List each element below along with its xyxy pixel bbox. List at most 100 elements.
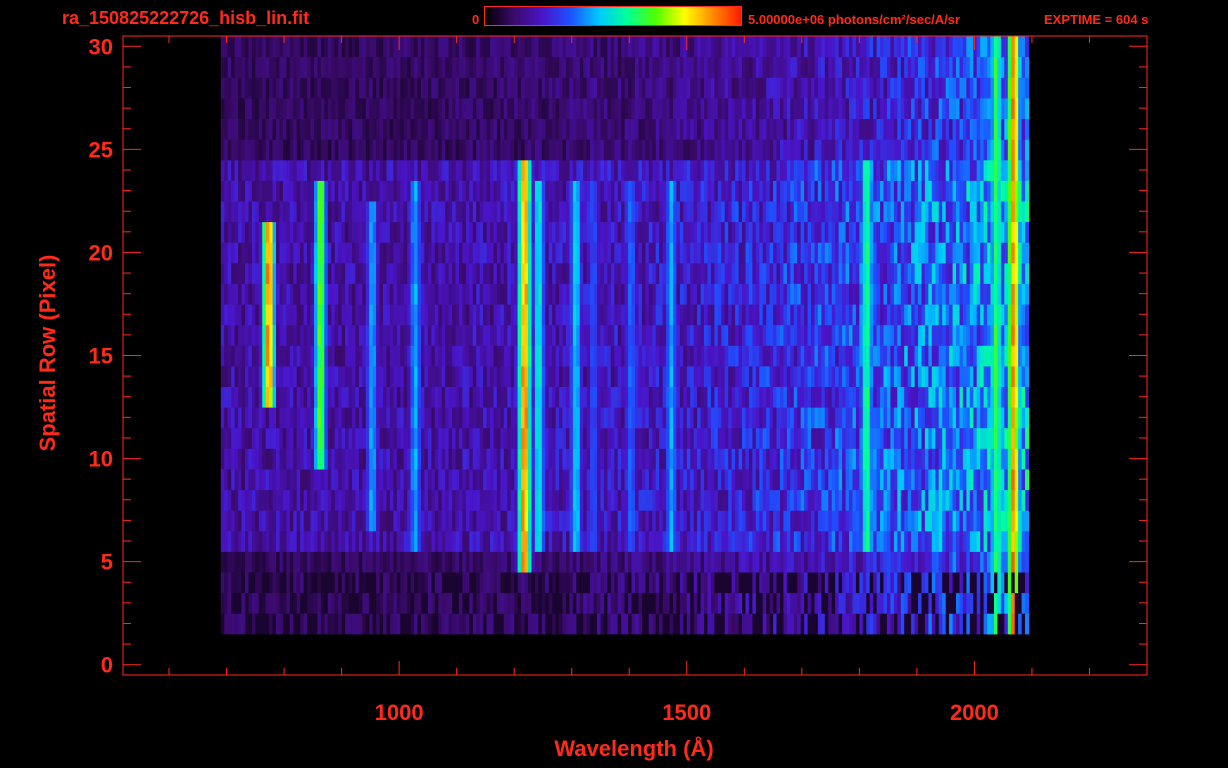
heatmap-cell	[376, 221, 381, 243]
heatmap-cell	[597, 551, 602, 573]
heatmap-cell	[289, 304, 294, 326]
heatmap-cell	[1011, 489, 1016, 511]
heatmap-cell	[997, 262, 1002, 284]
heatmap-cell	[424, 571, 429, 594]
heatmap-cell	[569, 242, 574, 264]
heatmap-cell	[942, 489, 947, 511]
heatmap-cell	[862, 448, 867, 470]
heatmap-cell	[296, 345, 301, 367]
heatmap-cell	[403, 324, 408, 346]
heatmap-cell	[1004, 221, 1009, 243]
heatmap-cell	[748, 304, 753, 326]
heatmap-cell	[735, 304, 740, 326]
heatmap-cell	[362, 448, 367, 470]
heatmap-cell	[883, 571, 888, 594]
heatmap-cell	[241, 530, 246, 552]
heatmap-cell	[317, 407, 322, 429]
heatmap-cell	[396, 510, 401, 532]
heatmap-cell	[831, 304, 836, 326]
heatmap-cell	[990, 427, 995, 449]
heatmap-cell	[710, 345, 715, 367]
heatmap-cell	[724, 427, 729, 449]
heatmap-cell	[949, 386, 954, 408]
heatmap-cell	[496, 242, 501, 264]
heatmap-cell	[510, 386, 515, 408]
heatmap-cell	[997, 324, 1002, 346]
heatmap-cell	[762, 304, 767, 326]
heatmap-cell	[234, 283, 239, 305]
heatmap-cell	[289, 200, 294, 223]
heatmap-cell	[534, 386, 539, 408]
heatmap-cell	[534, 200, 539, 223]
heatmap-cell	[769, 221, 774, 243]
heatmap-cell	[576, 571, 581, 594]
heatmap-cell	[417, 283, 422, 305]
heatmap-cell	[455, 180, 460, 202]
heatmap-cell	[317, 489, 322, 511]
heatmap-cell	[369, 427, 374, 449]
heatmap-cell	[931, 242, 936, 264]
heatmap-cell	[731, 571, 736, 594]
heatmap-cell	[624, 448, 629, 470]
heatmap-cell	[697, 592, 702, 614]
heatmap-cell	[683, 283, 688, 305]
heatmap-cell	[403, 180, 408, 202]
heatmap-cell	[817, 386, 822, 408]
heatmap-cell	[817, 221, 822, 243]
heatmap-cell	[362, 386, 367, 408]
heatmap-cell	[590, 242, 595, 264]
heatmap-cell	[842, 242, 847, 264]
heatmap-cell	[334, 304, 339, 326]
heatmap-cell	[248, 365, 253, 387]
heatmap-cell	[255, 427, 260, 449]
heatmap-cell	[417, 345, 422, 367]
heatmap-cell	[769, 283, 774, 305]
heatmap-cell	[724, 510, 729, 532]
heatmap-cell	[410, 551, 415, 573]
heatmap-cell	[234, 180, 239, 202]
heatmap-cell	[417, 448, 422, 470]
heatmap-cell	[510, 283, 515, 305]
heatmap-cell	[869, 345, 874, 367]
heatmap-cell	[355, 551, 360, 573]
heatmap-cell	[655, 407, 660, 429]
heatmap-cell	[704, 468, 709, 491]
heatmap-cell	[949, 468, 954, 491]
heatmap-cell	[849, 592, 854, 614]
heatmap-cell	[717, 304, 722, 326]
heatmap-cell	[990, 262, 995, 284]
heatmap-cell	[355, 386, 360, 408]
heatmap-cell	[241, 613, 246, 635]
heatmap-cell	[541, 304, 546, 326]
heatmap-cell	[648, 242, 653, 264]
heatmap-cell	[462, 592, 467, 614]
heatmap-cell	[403, 407, 408, 429]
heatmap-cell	[583, 613, 588, 635]
heatmap-cell	[783, 551, 788, 573]
heatmap-cell	[276, 221, 281, 243]
heatmap-cell	[524, 613, 529, 635]
heatmap-cell	[569, 304, 574, 326]
heatmap-cell	[783, 345, 788, 367]
heatmap-cell	[496, 365, 501, 387]
heatmap-cell	[862, 530, 867, 552]
heatmap-cell	[269, 180, 274, 202]
heatmap-cell	[969, 242, 974, 264]
heatmap-cell	[669, 427, 674, 449]
heatmap-cell	[862, 407, 867, 429]
heatmap-cell	[949, 571, 954, 594]
heatmap-cell	[510, 571, 515, 594]
heatmap-cell	[248, 427, 253, 449]
heatmap-cell	[969, 304, 974, 326]
heatmap-cell	[389, 304, 394, 326]
heatmap-cell	[849, 200, 854, 223]
heatmap-cell	[690, 571, 695, 594]
heatmap-cell	[876, 489, 881, 511]
heatmap-cell	[410, 510, 415, 532]
heatmap-cell	[876, 262, 881, 284]
heatmap-cell	[676, 345, 681, 367]
heatmap-cell	[341, 571, 346, 594]
heatmap-cell	[483, 530, 488, 552]
heatmap-cell	[876, 304, 881, 326]
heatmap-cell	[303, 262, 308, 284]
